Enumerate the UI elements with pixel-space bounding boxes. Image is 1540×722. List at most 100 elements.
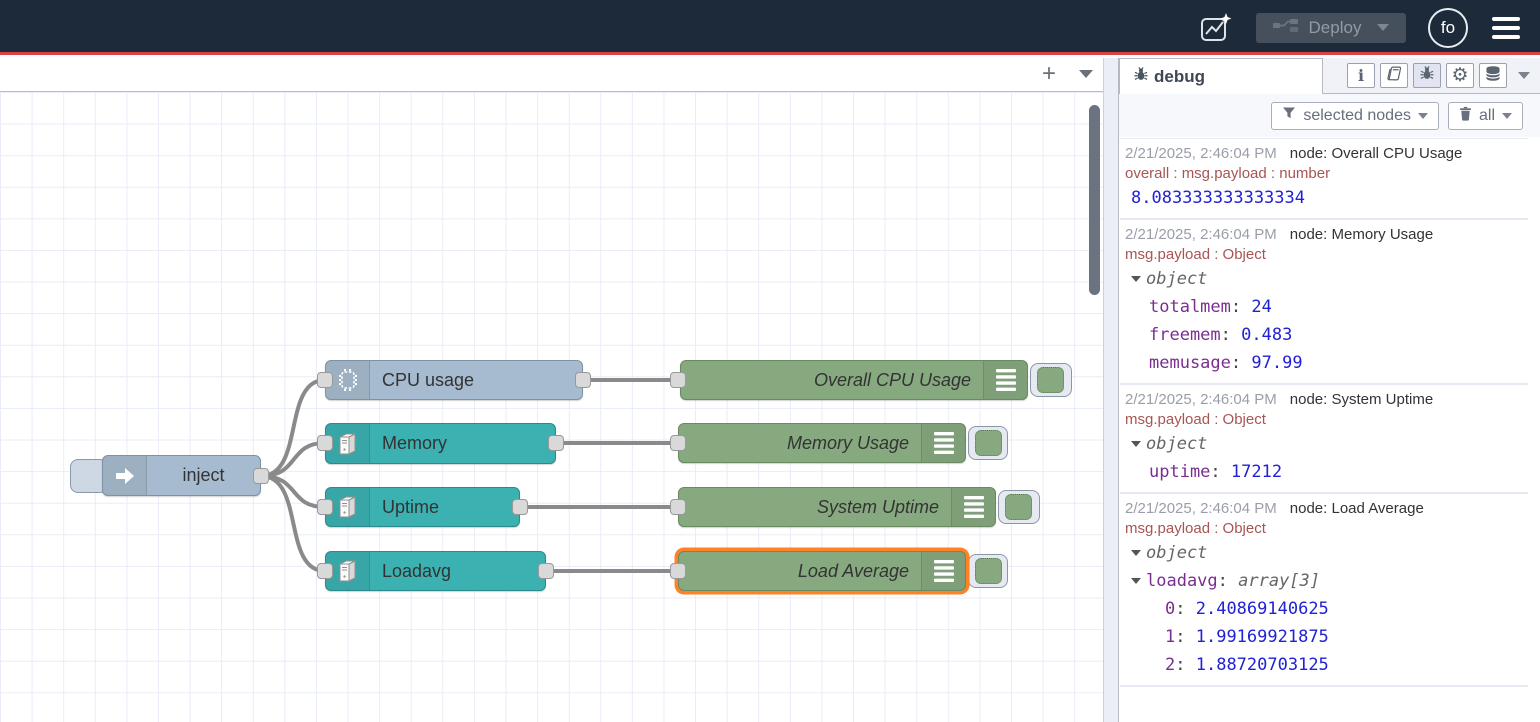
- node-label: Loadavg: [370, 552, 545, 590]
- deploy-button[interactable]: Deploy: [1256, 13, 1406, 43]
- trash-icon: [1459, 106, 1472, 126]
- tab-info-button[interactable]: i: [1347, 63, 1375, 88]
- payload-type: array[3]: [1238, 571, 1320, 591]
- port[interactable]: [538, 563, 554, 579]
- debug-timestamp: 2/21/2025, 2:46:04 PM: [1125, 145, 1277, 162]
- debug-node-name: node: Load Average: [1290, 500, 1424, 517]
- port[interactable]: [317, 563, 333, 579]
- wire[interactable]: [261, 443, 325, 476]
- debug-timestamp: 2/21/2025, 2:46:04 PM: [1125, 226, 1277, 243]
- port[interactable]: [575, 372, 591, 388]
- port[interactable]: [670, 563, 686, 579]
- sidebar-more-tabs-caret-icon[interactable]: [1518, 72, 1530, 79]
- payload-value: 0.483: [1241, 325, 1292, 345]
- debug-message[interactable]: 2/21/2025, 2:46:04 PMnode: Memory Usagem…: [1120, 220, 1528, 385]
- main-menu-button[interactable]: [1490, 13, 1522, 43]
- collapse-caret-icon[interactable]: [1131, 550, 1141, 556]
- flow-canvas[interactable]: inject CPU usage: [0, 92, 1103, 722]
- debug-payload-row: 8.083333333333334: [1125, 184, 1524, 212]
- assistant-chart-sparkle-icon[interactable]: [1198, 10, 1234, 46]
- payload-value: 8.083333333333334: [1131, 188, 1305, 208]
- debug-filter-label: selected nodes: [1303, 107, 1411, 125]
- port[interactable]: [548, 435, 564, 451]
- deploy-flow-icon: [1273, 18, 1299, 38]
- tab-debug-label: debug: [1154, 67, 1205, 87]
- node-label: CPU usage: [370, 361, 582, 399]
- node-debug-uptime[interactable]: System Uptime: [678, 487, 996, 527]
- debug-message[interactable]: 2/21/2025, 2:46:04 PMnode: System Uptime…: [1120, 385, 1528, 494]
- debug-payload-row[interactable]: object: [1125, 430, 1524, 458]
- payload-key: 1: [1165, 627, 1175, 647]
- node-debug-overall-cpu[interactable]: Overall CPU Usage: [680, 360, 1028, 400]
- debug-payload-row[interactable]: object: [1125, 539, 1524, 567]
- port[interactable]: [670, 499, 686, 515]
- payload-key: freemem: [1149, 325, 1221, 345]
- port[interactable]: [253, 468, 269, 484]
- port[interactable]: [317, 372, 333, 388]
- node-label: System Uptime: [679, 488, 951, 526]
- tab-context-button[interactable]: [1479, 63, 1507, 88]
- debug-property-path: msg.payload : Object: [1125, 410, 1524, 430]
- inject-arrow-icon: [103, 456, 147, 495]
- collapse-caret-icon[interactable]: [1131, 276, 1141, 282]
- node-debug-memory[interactable]: Memory Usage: [678, 423, 966, 463]
- debug-message[interactable]: 2/21/2025, 2:46:04 PM node: Overall CPU U…: [1120, 139, 1528, 220]
- tab-help-button[interactable]: [1380, 63, 1408, 88]
- debug-console-icon: [921, 552, 965, 590]
- debug-payload-row: 1: 1.99169921875: [1125, 623, 1524, 651]
- payload-value: 24: [1251, 297, 1271, 317]
- tab-config-button[interactable]: ⚙: [1446, 63, 1474, 88]
- canvas-vertical-scrollbar[interactable]: [1089, 105, 1100, 295]
- node-label: Overall CPU Usage: [681, 361, 983, 399]
- debug-toggle-button[interactable]: [998, 490, 1040, 524]
- debug-toggle-button[interactable]: [1030, 363, 1072, 397]
- debug-payload-row: 0: 2.40869140625: [1125, 595, 1524, 623]
- panel-splitter[interactable]: [1103, 58, 1118, 722]
- deploy-options-caret-icon[interactable]: [1377, 24, 1389, 31]
- add-flow-button[interactable]: +: [1035, 61, 1063, 87]
- node-label: inject: [147, 456, 260, 495]
- port[interactable]: [512, 499, 528, 515]
- avatar-initials: fo: [1441, 18, 1455, 38]
- node-cpu-usage[interactable]: CPU usage: [325, 360, 583, 400]
- payload-key: totalmem: [1149, 297, 1231, 317]
- debug-toggle-button[interactable]: [968, 426, 1008, 460]
- wire-layer: [0, 92, 1103, 722]
- debug-node-name: node: Overall CPU Usage: [1290, 145, 1463, 162]
- node-debug-loadavg[interactable]: Load Average: [678, 551, 966, 591]
- port[interactable]: [317, 435, 333, 451]
- node-uptime[interactable]: Uptime: [325, 487, 520, 527]
- debug-toggle-button[interactable]: [968, 554, 1008, 588]
- port[interactable]: [670, 372, 686, 388]
- payload-key: 0: [1165, 599, 1175, 619]
- collapse-caret-icon[interactable]: [1131, 578, 1141, 584]
- debug-message[interactable]: 2/21/2025, 2:46:04 PMnode: Load Averagem…: [1120, 494, 1528, 687]
- debug-filter-button[interactable]: selected nodes: [1271, 102, 1439, 130]
- node-memory[interactable]: Memory: [325, 423, 556, 464]
- flow-list-caret-icon[interactable]: [1079, 70, 1093, 78]
- debug-node-name: node: System Uptime: [1290, 391, 1433, 408]
- debug-messages[interactable]: 2/21/2025, 2:46:04 PM node: Overall CPU U…: [1120, 138, 1528, 722]
- tab-debug-button[interactable]: [1413, 63, 1441, 88]
- debug-console-icon: [951, 488, 995, 526]
- debug-payload-row[interactable]: loadavg: array[3]: [1125, 567, 1524, 595]
- debug-property-path: msg.payload : Object: [1125, 519, 1524, 539]
- node-inject[interactable]: inject: [102, 455, 261, 496]
- port[interactable]: [317, 499, 333, 515]
- collapse-caret-icon[interactable]: [1131, 441, 1141, 447]
- port[interactable]: [670, 435, 686, 451]
- deploy-label: Deploy: [1309, 18, 1362, 38]
- flow-tab-bar: +: [0, 58, 1103, 92]
- debug-property-path: msg.payload : Object: [1125, 245, 1524, 265]
- flow-workspace: + i: [0, 58, 1103, 722]
- user-avatar[interactable]: fo: [1428, 8, 1468, 48]
- tab-debug[interactable]: debug: [1119, 58, 1323, 94]
- debug-clear-button[interactable]: all: [1448, 102, 1523, 130]
- wire[interactable]: [261, 476, 325, 507]
- payload-key: memusage: [1149, 353, 1231, 373]
- clear-caret-icon: [1502, 113, 1512, 119]
- payload-type: object: [1146, 543, 1207, 563]
- node-loadavg[interactable]: Loadavg: [325, 551, 546, 591]
- debug-payload-row[interactable]: object: [1125, 265, 1524, 293]
- gear-icon: ⚙: [1451, 66, 1468, 85]
